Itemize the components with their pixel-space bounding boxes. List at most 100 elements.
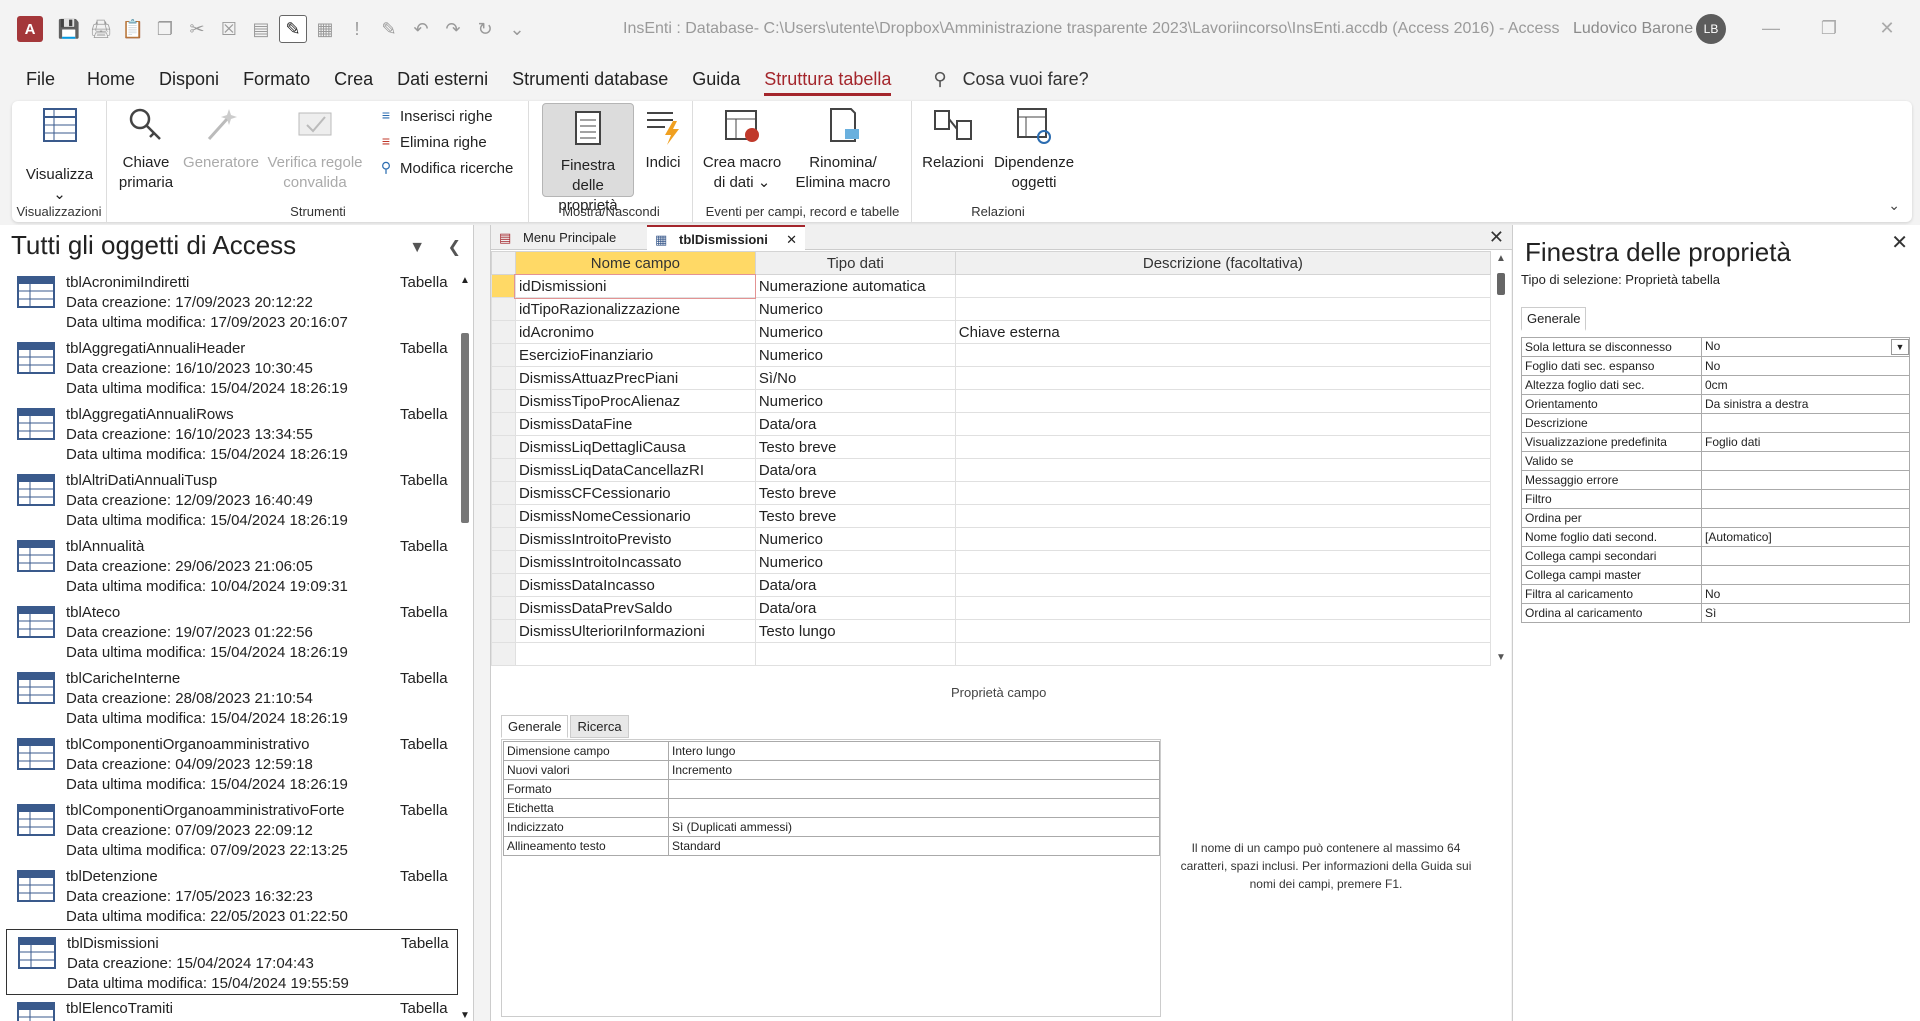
tab-generale[interactable]: Generale [1521,307,1587,331]
table-row[interactable]: idTipoRazionalizzazione Numerico [491,297,1492,321]
row-selector[interactable] [491,504,516,528]
col-tipo-dati[interactable]: Tipo dati [754,251,956,275]
table-row[interactable]: DismissLiqDataCancellazRI Data/ora [491,458,1492,482]
data-type-cell[interactable]: Numerico [754,320,956,344]
property-row[interactable]: Sola lettura se disconnesso No ▼ [1521,337,1910,357]
table-row[interactable]: idDismissioni Numerazione automatica [491,273,1492,299]
field-name-cell[interactable]: idDismissioni [514,273,757,299]
description-cell[interactable] [954,481,1492,505]
user-name[interactable]: Ludovico Barone [1573,20,1693,38]
field-name-cell[interactable]: DismissDataPrevSaldo [514,596,756,620]
row-selector[interactable] [491,573,516,597]
verifica-regole-button[interactable]: Verifica regole convalida [263,105,367,193]
tab-tbl-dismissioni[interactable]: ▦ tblDismissioni ✕ [647,225,805,250]
nav-item[interactable]: tblDismissioni Data creazione: 15/04/2024… [6,929,458,995]
property-value[interactable]: Incremento [668,760,1160,780]
field-name-cell[interactable]: DismissNomeCessionario [514,504,756,528]
property-value[interactable]: Foglio dati [1701,432,1910,452]
property-row[interactable]: Orientamento Da sinistra a destra [1521,394,1910,414]
field-name-cell[interactable]: DismissUlterioriInformazioni [514,619,756,643]
field-name-cell[interactable]: DismissIntroitoPrevisto [514,527,756,551]
description-cell[interactable] [954,366,1492,390]
property-value[interactable] [1701,546,1910,566]
form-icon[interactable]: ▤ [247,15,275,43]
property-row[interactable]: Visualizzazione predefinita Foglio dati [1521,432,1910,452]
description-cell[interactable] [954,504,1492,528]
description-cell[interactable] [954,527,1492,551]
save-icon[interactable]: 💾 [55,15,83,43]
nav-menu-icon[interactable]: ▼ [409,239,425,256]
description-cell[interactable] [954,596,1492,620]
property-value[interactable] [1701,565,1910,585]
table-row[interactable]: DismissDataIncasso Data/ora [491,573,1492,597]
description-cell[interactable] [954,343,1492,367]
nav-item[interactable]: tblAltriDatiAnnualiTusp Data creazione: 1… [6,467,458,533]
description-cell[interactable] [954,619,1492,643]
design-view-icon[interactable]: ✎ [279,15,307,43]
property-value[interactable] [668,798,1160,818]
description-cell[interactable] [954,412,1492,436]
description-cell[interactable] [954,297,1492,321]
undo-icon[interactable]: ↶ [407,15,435,43]
refresh-icon[interactable]: ↻ [471,15,499,43]
tab-menu-principale[interactable]: ▤ Menu Principale [491,225,646,250]
data-type-cell[interactable] [754,642,956,666]
rinomina-macro-button[interactable]: Rinomina/ Elimina macro [788,105,898,193]
row-selector[interactable] [491,389,516,413]
field-name-cell[interactable]: DismissTipoProcAlienaz [514,389,756,413]
property-value[interactable] [1701,470,1910,490]
scroll-up-icon[interactable]: ▲ [460,275,470,286]
data-type-cell[interactable]: Data/ora [754,412,956,436]
field-name-cell[interactable]: DismissLiqDataCancellazRI [514,458,756,482]
tab-file[interactable]: File [14,60,67,98]
print-icon[interactable]: 🖨 [87,15,115,43]
chiave-primaria-button[interactable]: Chiave primaria [112,105,180,193]
field-name-cell[interactable]: idAcronimo [514,320,756,344]
row-selector[interactable] [491,642,516,666]
property-row[interactable]: Filtra al caricamento No [1521,584,1910,604]
field-name-cell[interactable] [514,642,756,666]
field-property-row[interactable]: Nuovi valori Incremento [503,760,1160,780]
empty-row[interactable] [491,642,1492,666]
property-value[interactable] [1701,413,1910,433]
property-row[interactable]: Collega campi secondari [1521,546,1910,566]
row-selector[interactable] [491,320,516,344]
field-property-row[interactable]: Allineamento testo Standard [503,836,1160,856]
property-value[interactable]: No ▼ [1701,337,1910,357]
nav-item[interactable]: tblDetenzione Data creazione: 17/05/2023 … [6,863,458,929]
field-property-row[interactable]: Indicizzato Sì (Duplicati ammessi) [503,817,1160,837]
property-row[interactable]: Messaggio errore [1521,470,1910,490]
tab-strumenti-database[interactable]: Strumenti database [500,60,680,98]
field-name-cell[interactable]: DismissLiqDettagliCausa [514,435,756,459]
property-value[interactable]: Da sinistra a destra [1701,394,1910,414]
property-row[interactable]: Foglio dati sec. espanso No [1521,356,1910,376]
property-row[interactable]: Descrizione [1521,413,1910,433]
property-value[interactable]: Sì (Duplicati ammessi) [668,817,1160,837]
row-selector[interactable] [491,550,516,574]
property-value[interactable]: Intero lungo [668,741,1160,761]
tab-disponi[interactable]: Disponi [147,60,231,98]
property-value[interactable] [668,779,1160,799]
close-icon[interactable]: ✕ [1877,18,1897,38]
property-value[interactable] [1701,508,1910,528]
row-selector[interactable] [491,366,516,390]
property-value[interactable] [1701,489,1910,509]
description-cell[interactable] [954,642,1492,666]
description-cell[interactable] [954,573,1492,597]
table-row[interactable]: DismissNomeCessionario Testo breve [491,504,1492,528]
tell-me-search[interactable]: ⚲ Cosa vuoi fare? [933,69,1088,90]
indici-button[interactable]: Indici [638,105,688,173]
nav-item[interactable]: tblAnnualità Data creazione: 29/06/2023 2… [6,533,458,599]
data-type-cell[interactable]: Testo breve [754,435,956,459]
close-doc-icon[interactable]: ☒ [215,15,243,43]
close-document-icon[interactable]: ✕ [1489,227,1504,248]
row-selector[interactable] [491,458,516,482]
field-name-cell[interactable]: DismissIntroitoIncassato [514,550,756,574]
data-type-cell[interactable]: Data/ora [754,596,956,620]
property-row[interactable]: Altezza foglio dati sec. 0cm [1521,375,1910,395]
field-name-cell[interactable]: DismissCFCessionario [514,481,756,505]
collapse-ribbon-icon[interactable]: ⌄ [1888,197,1900,214]
dipendenze-oggetti-button[interactable]: Dipendenze oggetti [989,105,1079,193]
nav-scroll-thumb[interactable] [461,333,469,523]
restore-icon[interactable]: ❐ [1819,18,1839,38]
